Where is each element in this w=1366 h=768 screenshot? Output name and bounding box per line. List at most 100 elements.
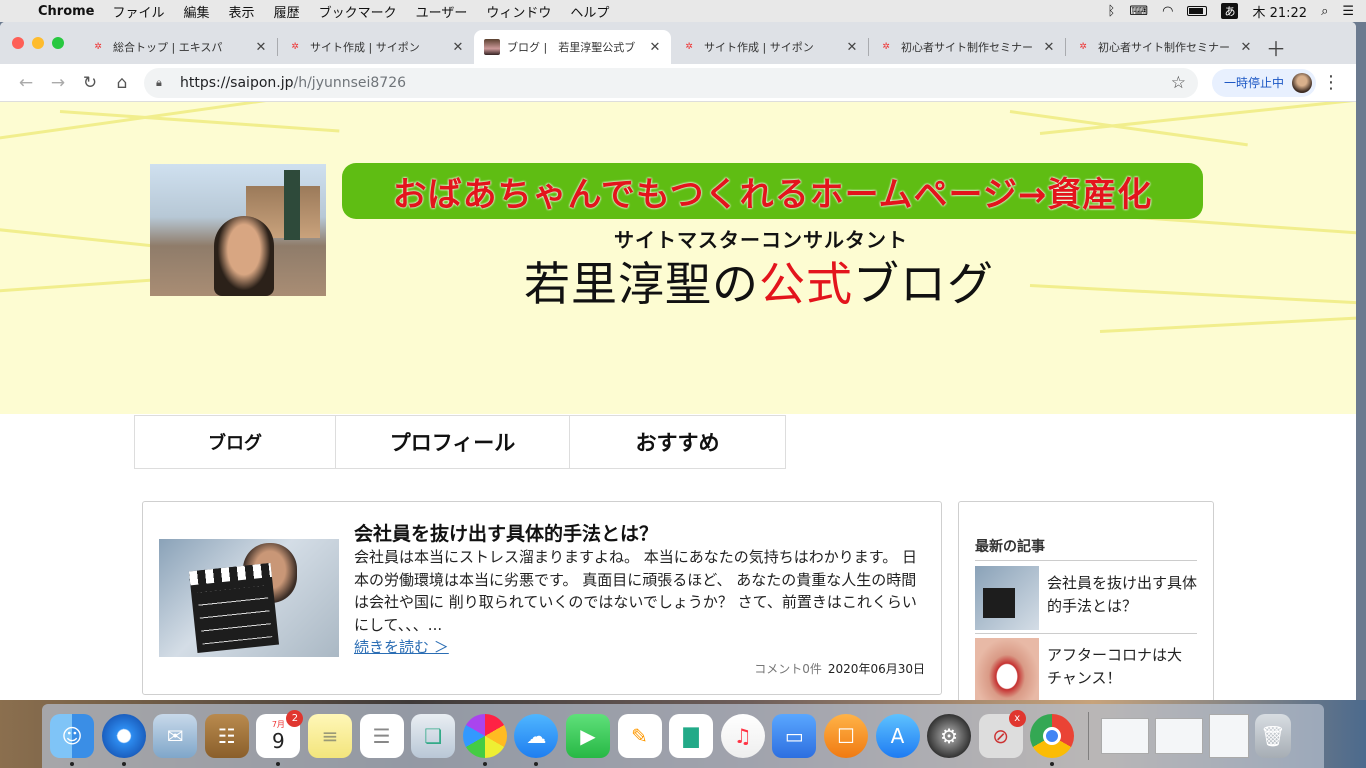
menu-bookmarks[interactable]: ブックマーク: [319, 2, 397, 21]
menu-app-name[interactable]: Chrome: [38, 4, 95, 19]
post-date: 2020年06月30日: [827, 662, 925, 676]
close-window-button[interactable]: [12, 37, 24, 49]
zoom-window-button[interactable]: [52, 37, 64, 49]
messages-icon[interactable]: ☁: [514, 714, 559, 766]
post-thumbnail[interactable]: [159, 539, 339, 657]
latest-posts-widget: 最新の記事 会社員を抜け出す具体的手法とは？ アフターコロナは大チャンス！: [958, 501, 1214, 700]
tagline-banner: おばあちゃんでもつくれるホームページ→資産化: [342, 163, 1203, 219]
facetime-icon[interactable]: ▶: [565, 714, 610, 758]
chrome-icon[interactable]: [1030, 714, 1075, 766]
browser-tab[interactable]: ✲ 総合トップ | エキスパ ✕: [80, 30, 277, 64]
keyboard-icon[interactable]: ⌨: [1129, 4, 1148, 19]
bookmark-star-icon[interactable]: ☆: [1171, 73, 1186, 93]
keynote-icon[interactable]: ▭: [772, 714, 817, 758]
tab-close-icon[interactable]: ✕: [844, 40, 860, 55]
tab-close-icon[interactable]: ✕: [450, 40, 466, 55]
dock-separator: [1087, 712, 1089, 760]
decor-ray: [1029, 284, 1356, 305]
spotlight-search-icon[interactable]: ⌕: [1321, 4, 1328, 19]
books-icon[interactable]: ☐: [823, 714, 868, 758]
contacts-icon[interactable]: ☷: [204, 714, 249, 758]
site-title[interactable]: 若里淳聖の公式ブログ: [524, 248, 994, 314]
calendar-badge: 2: [286, 710, 304, 727]
latest-post-item[interactable]: アフターコロナは大チャンス！: [975, 634, 1197, 700]
tab-close-icon[interactable]: ✕: [1238, 40, 1254, 55]
tab-close-icon[interactable]: ✕: [647, 40, 663, 55]
browser-toolbar: ← → ↻ ⌂ 🔒︎ https://saipon.jp/h/jyunnsei8…: [0, 64, 1356, 102]
tab-title: 初心者サイト制作セミナー: [1098, 41, 1230, 54]
url-host: https://saipon.jp: [180, 74, 294, 91]
menu-window[interactable]: ウィンドウ: [486, 2, 551, 21]
chrome-center: [1043, 727, 1062, 745]
site-title-suffix: ブログ: [853, 257, 994, 311]
tab-close-icon[interactable]: ✕: [253, 40, 269, 55]
music-icon[interactable]: ♫: [720, 714, 765, 758]
mail-icon[interactable]: ✉: [153, 714, 198, 758]
widget-divider: [975, 560, 1197, 561]
tagline-text: おばあちゃんでもつくれるホームページ→資産化: [392, 174, 1153, 215]
menu-history[interactable]: 履歴: [274, 2, 300, 21]
tab-title: サイト作成 | サイポン: [310, 41, 420, 54]
tab-close-icon[interactable]: ✕: [1041, 40, 1057, 55]
chrome-menu-icon[interactable]: ⋮: [1316, 72, 1346, 93]
browser-tab[interactable]: ✲ サイト作成 | サイポン ✕: [277, 30, 474, 64]
menu-people[interactable]: ユーザー: [416, 2, 468, 21]
latest-post-item[interactable]: 会社員を抜け出す具体的手法とは？: [975, 562, 1198, 630]
battery-icon[interactable]: [1187, 6, 1208, 16]
tab-strip: ✲ 総合トップ | エキスパ ✕ ✲ サイト作成 | サイポン ✕ ブログ | …: [0, 22, 1356, 64]
latest-post-title: 会社員を抜け出す具体的手法とは？: [1047, 574, 1198, 615]
menu-file[interactable]: ファイル: [113, 2, 165, 21]
sync-paused-button[interactable]: 一時停止中: [1211, 68, 1316, 97]
app-store-icon[interactable]: A: [875, 714, 920, 758]
comment-count[interactable]: コメント0件: [754, 662, 822, 676]
menu-clock[interactable]: 木 21:22: [1252, 2, 1307, 21]
pages-icon[interactable]: ✎: [617, 714, 662, 758]
menu-help[interactable]: ヘルプ: [570, 2, 609, 21]
sync-paused-label: 一時停止中: [1223, 76, 1284, 90]
latest-post-thumbnail: [975, 566, 1039, 630]
reminders-icon[interactable]: ☰: [359, 714, 404, 758]
back-arrow-icon[interactable]: ←: [10, 69, 42, 97]
finder-icon[interactable]: ☺: [50, 714, 94, 766]
saipon-favicon-icon: ✲: [882, 42, 890, 52]
system-preferences-icon[interactable]: ⚙: [927, 714, 972, 758]
menu-edit[interactable]: 編集: [184, 2, 210, 21]
recent-window-thumbnail[interactable]: [1208, 714, 1249, 758]
read-more-link[interactable]: 続きを読む ＞: [354, 636, 449, 657]
app-badge: x: [1008, 710, 1026, 727]
numbers-icon[interactable]: ▇: [669, 714, 714, 758]
lock-icon[interactable]: 🔒︎: [156, 76, 172, 90]
menu-view[interactable]: 表示: [229, 2, 255, 21]
browser-tab[interactable]: ✲ サイト作成 | サイポン ✕: [671, 30, 868, 64]
safari-icon[interactable]: ✦: [101, 714, 146, 766]
bluetooth-icon[interactable]: ᛒ: [1108, 4, 1116, 19]
trash-icon[interactable]: 🗑︎: [1254, 714, 1291, 758]
forward-arrow-icon[interactable]: →: [42, 69, 74, 97]
site-title-prefix: 若里淳聖の: [524, 257, 759, 311]
author-photo-favicon-icon: [484, 39, 500, 55]
nav-item-recommended[interactable]: おすすめ: [570, 416, 785, 468]
photos-icon[interactable]: [462, 714, 507, 766]
preview-icon[interactable]: ❏: [411, 714, 456, 758]
calendar-icon[interactable]: 7月 9 2: [256, 710, 304, 766]
decor-ray: [1039, 102, 1356, 135]
minimize-window-button[interactable]: [32, 37, 44, 49]
post-title[interactable]: 会社員を抜け出す具体的手法とは？: [354, 519, 658, 546]
reload-icon[interactable]: ↻: [74, 69, 106, 97]
wifi-icon[interactable]: ◠: [1162, 4, 1173, 19]
recent-window-thumbnail[interactable]: [1154, 718, 1203, 754]
dock: ☺ ✦ ✉ ☷ 7月 9 2 ≡ ☰ ❏ ☁ ▶ ✎ ▇ ♫ ▭ ☐ A ⚙ ⊘…: [42, 704, 1324, 768]
input-method-indicator[interactable]: あ: [1221, 3, 1239, 19]
home-icon[interactable]: ⌂: [106, 69, 138, 97]
browser-tab-active[interactable]: ブログ | 若里淳聖公式ブ ✕: [474, 30, 671, 64]
browser-tab[interactable]: ✲ 初心者サイト制作セミナー ✕: [868, 30, 1065, 64]
recent-window-thumbnail[interactable]: [1100, 718, 1149, 754]
browser-tab[interactable]: ✲ 初心者サイト制作セミナー ✕: [1065, 30, 1262, 64]
notification-center-icon[interactable]: ☰: [1342, 4, 1354, 19]
new-tab-button[interactable]: ＋: [1262, 30, 1290, 64]
nav-item-blog[interactable]: ブログ: [135, 416, 336, 468]
blocked-app-icon[interactable]: ⊘ x: [978, 710, 1026, 758]
address-bar[interactable]: 🔒︎ https://saipon.jp/h/jyunnsei8726 ☆: [144, 67, 1198, 98]
nav-item-profile[interactable]: プロフィール: [336, 416, 570, 468]
notes-icon[interactable]: ≡: [307, 714, 352, 758]
